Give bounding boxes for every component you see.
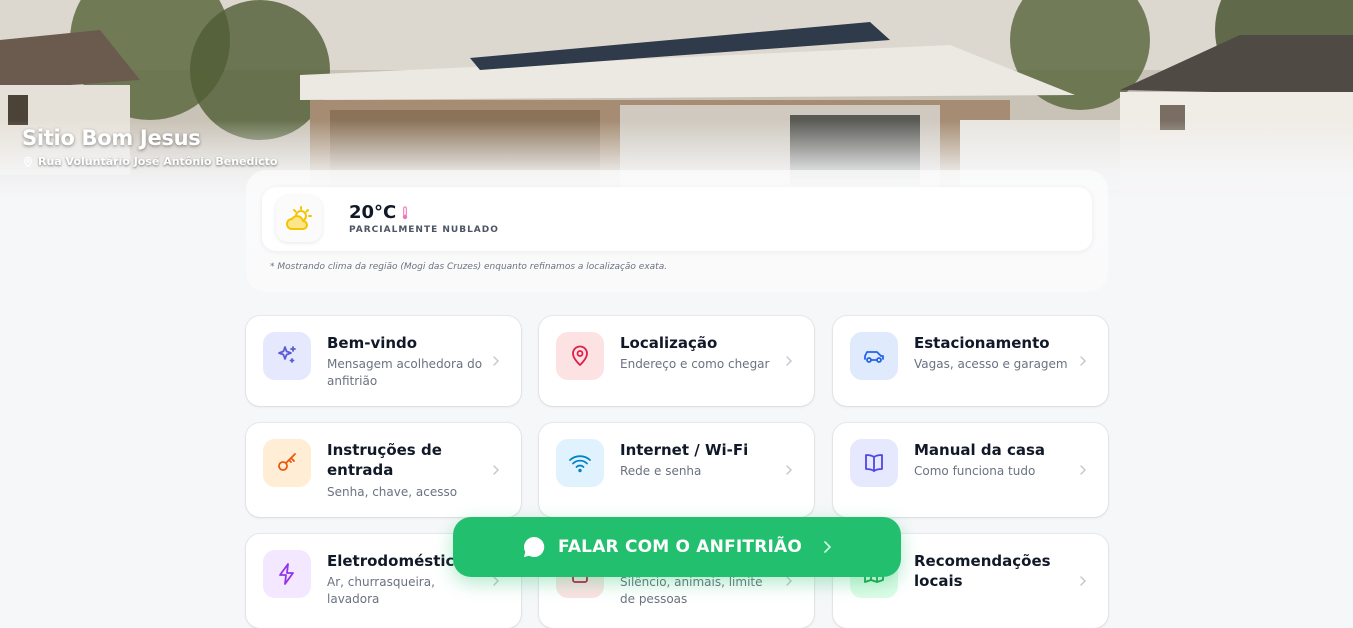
card-title: Internet / Wi-Fi [620, 441, 749, 459]
card-title: Estacionamento [914, 334, 1050, 352]
chevron-right-icon [1080, 465, 1087, 475]
card-instrucoes-de-entrada[interactable]: Instruções de entrada Senha, chave, acess… [246, 423, 521, 517]
key-icon [278, 453, 296, 471]
property-title: Sitio Bom Jesus [22, 126, 201, 150]
card-subtitle: Ar, churrasqueira, lavadora [327, 575, 435, 606]
card-title: Manual da casa [914, 441, 1046, 459]
card-title: Recomendações locais [914, 552, 1051, 590]
weather-icon-box [276, 196, 322, 242]
card-icon-box [850, 332, 898, 380]
card-subtitle: Senha, chave, acesso [327, 485, 458, 499]
card-icon-box [263, 439, 311, 487]
card-internet-wi-fi[interactable]: Internet / Wi-Fi Rede e senha [539, 423, 814, 517]
temperature-value: 20°C [349, 202, 397, 223]
card-estacionamento[interactable]: Estacionamento Vagas, acesso e garagem [833, 316, 1108, 406]
contact-host-button[interactable]: FALAR COM O ANFITRIÃO [453, 517, 901, 577]
weather-note: * Mostrando clima da região (Mogi das Cr… [270, 262, 668, 272]
weather-description: PARCIALMENTE NUBLADO [349, 225, 499, 235]
chevron-right-icon [1080, 356, 1087, 366]
card-icon-box [850, 439, 898, 487]
card-localizacao[interactable]: Localização Endereço e como chegar [539, 316, 814, 406]
weather-card: 20°C PARCIALMENTE NUBLADO [262, 187, 1092, 251]
map-pin-icon [572, 345, 588, 366]
partly-cloudy-icon [286, 206, 312, 230]
card-icon-box [263, 332, 311, 380]
card-title: Bem-vindo [327, 334, 418, 352]
weather-section: 20°C PARCIALMENTE NUBLADO * Mostrando cl… [246, 170, 1108, 292]
card-subtitle: Silêncio, animais, limite de pessoas [620, 575, 763, 606]
card-subtitle: Endereço e como chegar [620, 357, 770, 371]
card-title: Instruções de entrada [327, 441, 442, 479]
chevron-right-icon [1080, 576, 1087, 586]
chevron-right-icon [493, 465, 500, 475]
card-subtitle: Como funciona tudo [914, 464, 1036, 478]
weather-temperature: 20°C [349, 202, 410, 223]
card-icon-box [263, 550, 311, 598]
card-bem-vindo[interactable]: Bem-vindo Mensagem acolhedora do anfitriã… [246, 316, 521, 406]
card-title: Localização [620, 334, 718, 352]
car-icon [864, 351, 884, 363]
card-subtitle: Vagas, acesso e garagem [914, 357, 1068, 371]
chevron-right-icon [824, 541, 832, 553]
card-subtitle: Rede e senha [620, 464, 702, 478]
map-pin-icon [23, 156, 33, 167]
address-text: Rua Voluntário José Antônio Benedicto [38, 155, 278, 168]
whatsapp-icon [523, 536, 545, 557]
wifi-icon [569, 455, 591, 473]
card-icon-box [556, 439, 604, 487]
card-manual-da-casa[interactable]: Manual da casa Como funciona tudo [833, 423, 1108, 517]
property-address: Rua Voluntário José Antônio Benedicto [22, 155, 277, 168]
thermometer-icon [403, 205, 408, 219]
contact-host-label: FALAR COM O ANFITRIÃO [557, 537, 803, 557]
chevron-right-icon [786, 356, 793, 366]
book-icon [865, 454, 883, 472]
chevron-right-icon [493, 356, 500, 366]
chevron-right-icon [786, 465, 793, 475]
lightning-icon [279, 563, 294, 585]
card-icon-box [556, 332, 604, 380]
card-subtitle: Mensagem acolhedora do anfitrião [327, 357, 483, 388]
sparkles-icon [278, 346, 296, 363]
